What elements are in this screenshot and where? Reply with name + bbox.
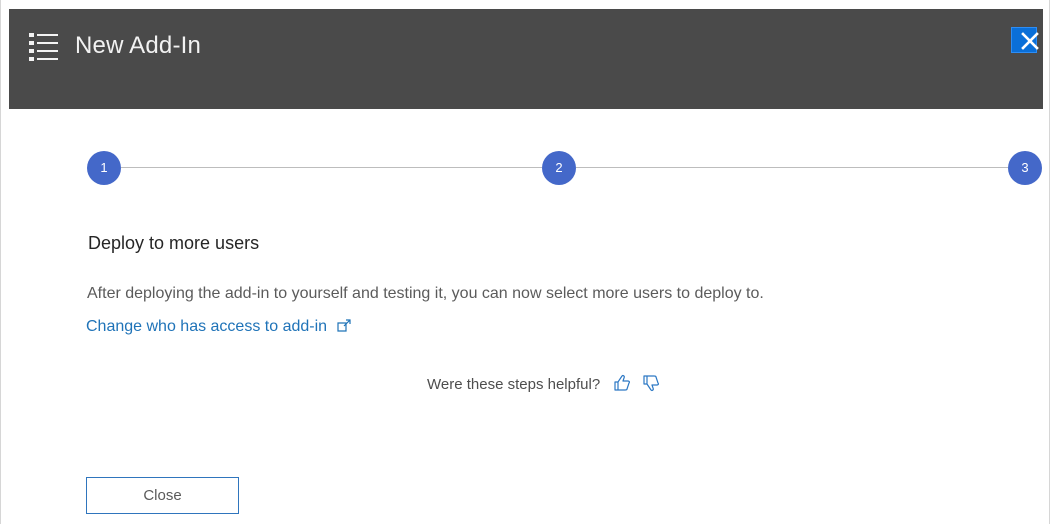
change-access-link[interactable]: Change who has access to add-in [86,316,351,338]
stepper-line-2 [576,167,1008,168]
close-icon-button[interactable] [1011,27,1039,53]
step-1-badge: 1 [87,151,121,185]
section-title: Deploy to more users [88,233,260,253]
list-icon [27,29,61,63]
close-icon [1021,32,1039,50]
feedback-row: Were these steps helpful? [427,373,661,397]
panel-title: New Add-In [75,32,202,59]
feedback-prompt: Were these steps helpful? [427,376,601,393]
section-description: After deploying the add-in to yourself a… [87,285,764,302]
add-in-panel: New Add-In 1 2 3 Deploy to more users Af… [0,0,1050,524]
change-access-link-label: Change who has access to add-in [86,318,328,335]
step-2-badge: 2 [542,151,576,185]
external-link-icon [336,318,351,332]
panel-header: New Add-In [9,9,1043,109]
progress-stepper: 1 2 3 [87,151,1042,185]
close-button[interactable]: Close [86,477,239,514]
thumbs-down-icon[interactable] [641,373,661,393]
thumbs-up-icon[interactable] [612,373,632,393]
step-3-badge: 3 [1008,151,1042,185]
stepper-line-1 [121,167,542,168]
